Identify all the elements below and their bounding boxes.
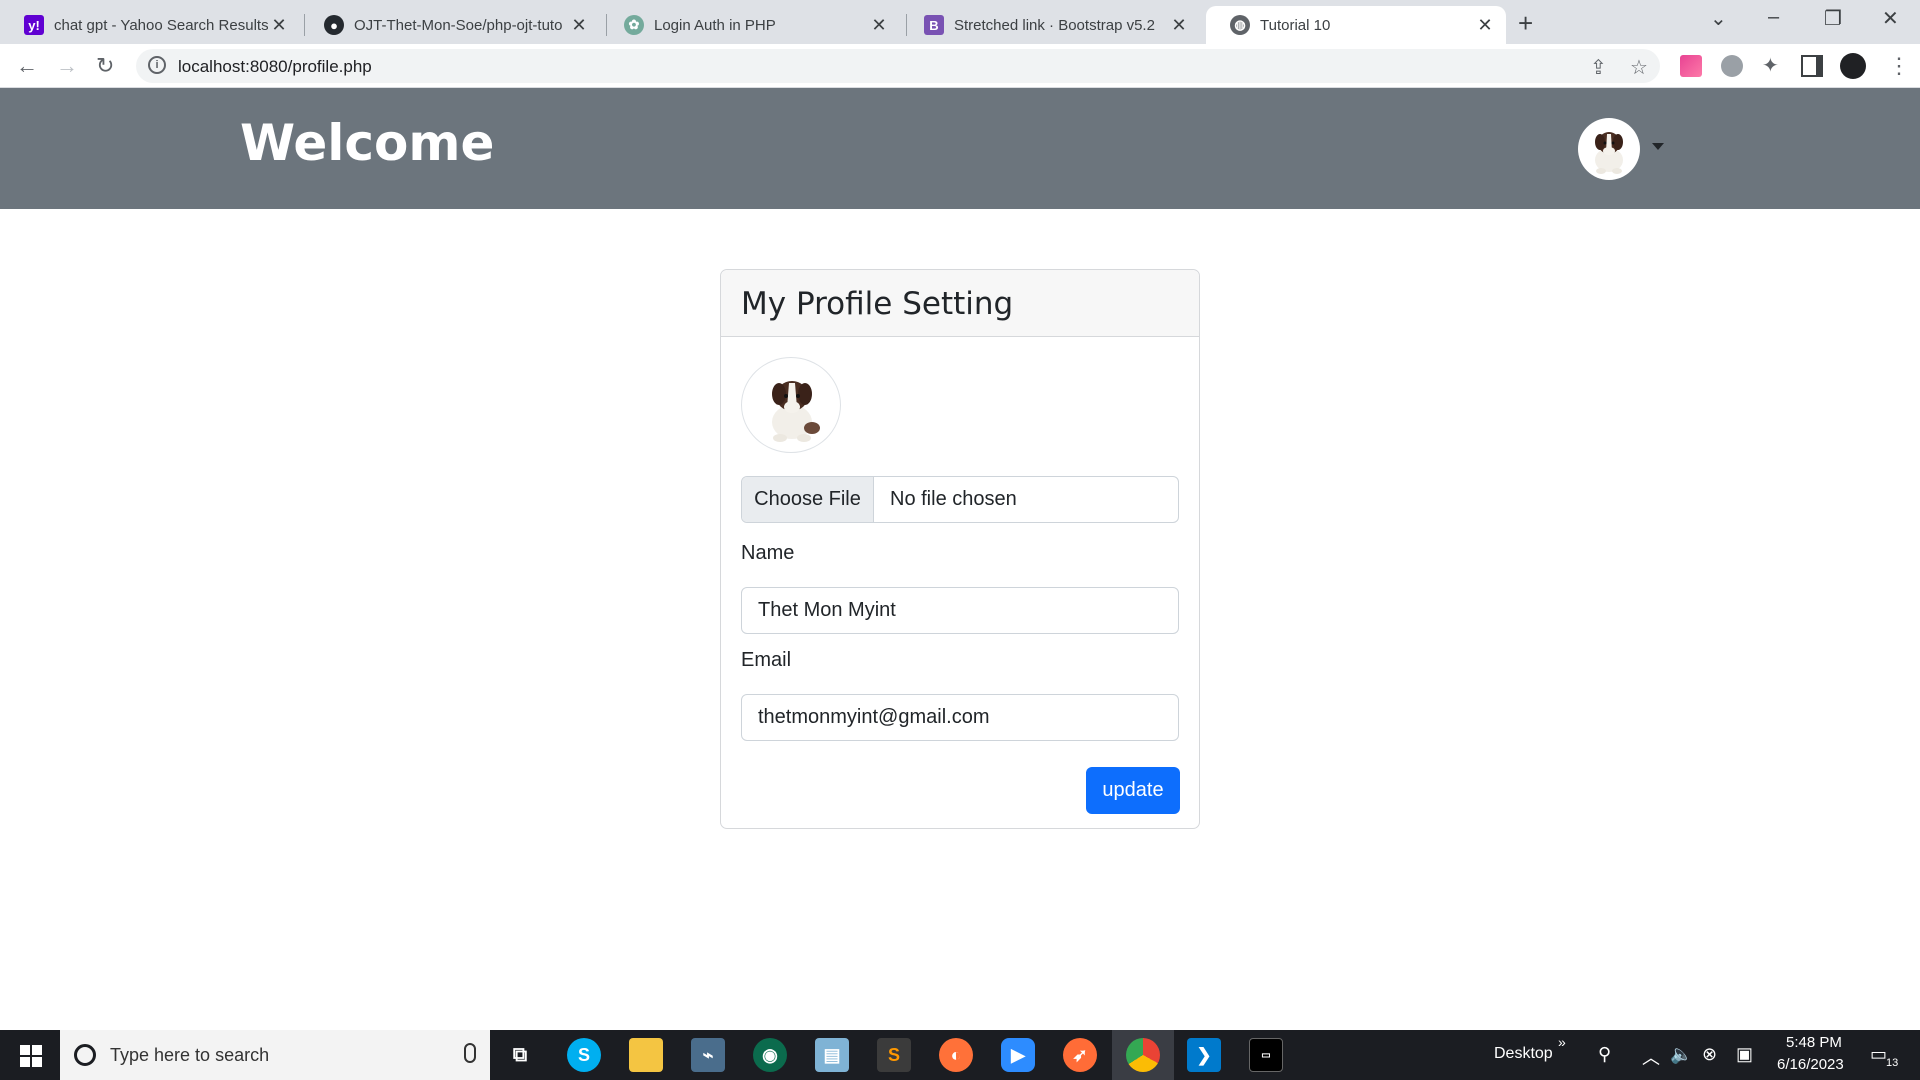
site-info-icon[interactable]: i: [148, 56, 166, 74]
browser-tab-strip: y! chat gpt - Yahoo Search Results ✕ ● O…: [0, 0, 1920, 44]
windows-start-icon[interactable]: [20, 1045, 42, 1067]
browser-tab-yahoo[interactable]: y! chat gpt - Yahoo Search Results ✕: [0, 6, 300, 44]
card-header: My Profile Setting: [721, 270, 1199, 337]
url-text[interactable]: localhost:8080/profile.php: [178, 57, 372, 77]
terminal-icon[interactable]: ▭: [1249, 1038, 1283, 1072]
zoom-icon[interactable]: ▶: [1001, 1038, 1035, 1072]
show-hidden-icons-icon[interactable]: ︿: [1642, 1044, 1660, 1070]
name-field[interactable]: [741, 587, 1179, 634]
browser-toolbar: ← → ↻ i localhost:8080/profile.php ⇪ ☆ ✦…: [0, 44, 1920, 88]
reload-icon[interactable]: ↻: [96, 53, 114, 79]
firefox-icon[interactable]: ◐: [939, 1038, 973, 1072]
address-bar[interactable]: i localhost:8080/profile.php ⇪ ☆: [136, 49, 1660, 83]
chatgpt-icon: ✿: [624, 15, 644, 35]
browser-tab-bootstrap[interactable]: B Stretched link · Bootstrap v5.2 ✕: [900, 6, 1200, 44]
search-placeholder: Type here to search: [110, 1044, 270, 1065]
bookmark-star-icon[interactable]: ☆: [1630, 55, 1648, 80]
skype-icon[interactable]: S: [567, 1038, 601, 1072]
clock-time[interactable]: 5:48 PM: [1786, 1034, 1842, 1051]
yahoo-icon: y!: [24, 15, 44, 35]
windows-taskbar: Type here to search ⧉ S ⌁ ◉ ▤ S ◐ ▶ ➶ ❯ …: [0, 1030, 1920, 1080]
people-icon[interactable]: ⚲: [1598, 1044, 1611, 1065]
email-label: Email: [741, 649, 792, 671]
desktop-toolbar-label[interactable]: Desktop: [1494, 1045, 1553, 1063]
sublime-text-icon[interactable]: S: [877, 1038, 911, 1072]
github-icon: ●: [324, 15, 344, 35]
cortana-icon: [74, 1044, 96, 1066]
gitkraken-icon[interactable]: ◉: [753, 1038, 787, 1072]
extension-icon[interactable]: [1680, 55, 1702, 77]
share-icon[interactable]: ⇪: [1590, 55, 1607, 80]
browser-tab-tutorial-10[interactable]: ◍ Tutorial 10 ✕: [1206, 6, 1506, 44]
tab-title: chat gpt - Yahoo Search Results: [54, 16, 268, 34]
site-navbar: Welcome: [0, 88, 1920, 209]
notification-count-badge: 13: [1886, 1057, 1899, 1069]
puppy-image: [772, 381, 820, 442]
clock-date[interactable]: 6/16/2023: [1777, 1056, 1844, 1073]
close-tab-icon[interactable]: ✕: [268, 15, 290, 36]
postman-icon[interactable]: ➶: [1063, 1038, 1097, 1072]
window-close-icon[interactable]: ✕: [1882, 6, 1899, 31]
user-avatar[interactable]: [1578, 118, 1640, 180]
tab-title: Login Auth in PHP: [654, 16, 776, 34]
file-explorer-icon[interactable]: [629, 1038, 663, 1072]
bootstrap-icon: B: [924, 15, 944, 35]
navbar-brand[interactable]: Welcome: [240, 114, 494, 172]
notification-center-icon[interactable]: ▭: [1870, 1044, 1887, 1065]
profile-settings-card: My Profile Setting Choose File No file c…: [720, 269, 1200, 829]
profile-avatar-icon[interactable]: [1840, 53, 1866, 79]
close-tab-icon[interactable]: ✕: [1474, 15, 1496, 36]
input-method-icon[interactable]: ▣: [1736, 1044, 1753, 1065]
profile-photo: [741, 357, 841, 453]
notepad-icon[interactable]: ▤: [815, 1038, 849, 1072]
maximize-icon[interactable]: ❐: [1824, 6, 1842, 31]
new-tab-button[interactable]: +: [1518, 8, 1533, 39]
back-icon[interactable]: ←: [16, 53, 38, 79]
globe-icon: ◍: [1230, 15, 1250, 35]
vscode-icon[interactable]: ❯: [1187, 1038, 1221, 1072]
puzzle-extensions-icon[interactable]: ✦: [1762, 55, 1784, 77]
update-button[interactable]: update: [1086, 767, 1180, 814]
choose-file-button[interactable]: Choose File: [742, 477, 874, 522]
volume-icon[interactable]: 🔈: [1670, 1044, 1692, 1065]
microphone-icon[interactable]: [464, 1043, 476, 1063]
tab-title: OJT-Thet-Mon-Soe/php-ojt-tuto: [354, 16, 563, 34]
close-tab-icon[interactable]: ✕: [868, 15, 890, 36]
puppy-image: [1595, 132, 1623, 174]
tab-title: Stretched link · Bootstrap v5.2: [954, 16, 1155, 34]
file-status-text: No file chosen: [890, 488, 1017, 510]
chrome-menu-icon[interactable]: ⋮: [1888, 53, 1910, 79]
extension-gear-icon[interactable]: [1721, 55, 1743, 77]
close-tab-icon[interactable]: ✕: [1168, 15, 1190, 36]
taskbar-search-box[interactable]: Type here to search: [60, 1030, 490, 1080]
close-tab-icon[interactable]: ✕: [568, 15, 590, 36]
mysql-workbench-icon[interactable]: ⌁: [691, 1038, 725, 1072]
user-dropdown-caret-icon[interactable]: [1652, 143, 1664, 150]
browser-tab-github[interactable]: ● OJT-Thet-Mon-Soe/php-ojt-tuto ✕: [300, 6, 600, 44]
chrome-icon[interactable]: [1126, 1038, 1160, 1072]
forward-icon[interactable]: →: [56, 53, 78, 79]
task-view-icon[interactable]: ⧉: [503, 1038, 537, 1072]
profile-photo-file-input[interactable]: Choose File No file chosen: [741, 476, 1179, 523]
side-panel-icon[interactable]: [1801, 55, 1823, 77]
tab-search-icon[interactable]: ⌄: [1710, 6, 1727, 31]
email-field[interactable]: [741, 694, 1179, 741]
minimize-icon[interactable]: –: [1768, 6, 1779, 29]
browser-tab-login-auth[interactable]: ✿ Login Auth in PHP ✕: [600, 6, 900, 44]
network-icon[interactable]: ⊗: [1702, 1044, 1717, 1065]
page-viewport: Welcome My Profile Setting Choose File N…: [0, 88, 1920, 1030]
card-title: My Profile Setting: [741, 286, 1014, 322]
name-label: Name: [741, 542, 795, 564]
tab-title: Tutorial 10: [1260, 16, 1331, 34]
toolbar-expand-icon[interactable]: »: [1558, 1034, 1566, 1050]
